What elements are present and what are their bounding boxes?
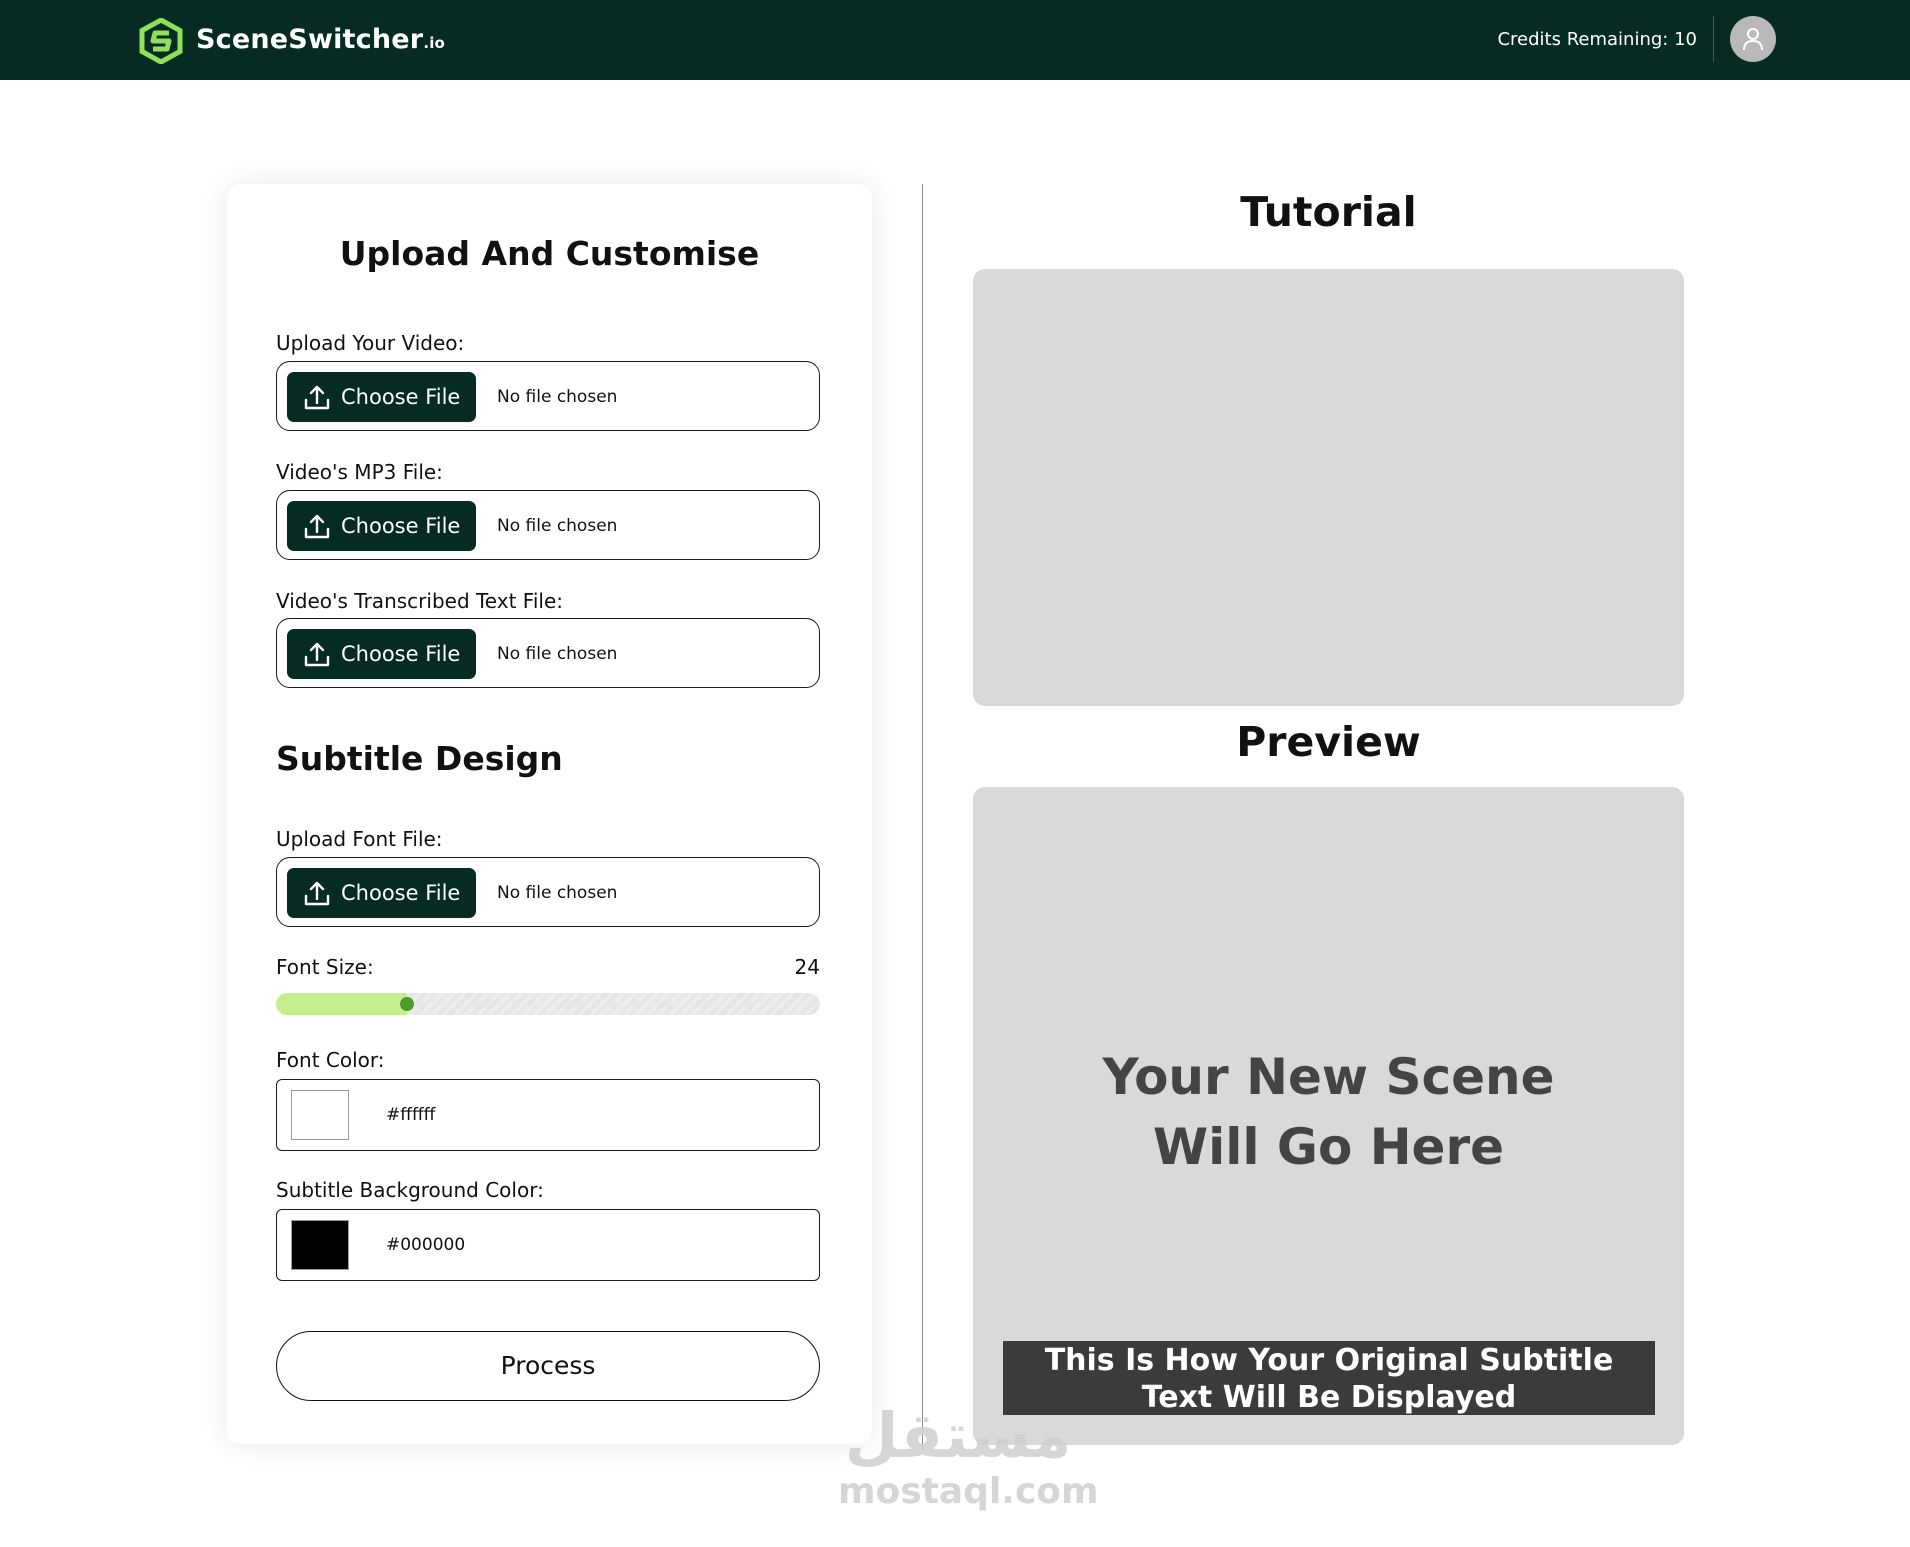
choose-file-label: Choose File xyxy=(341,514,461,538)
font-size-value: 24 xyxy=(794,955,820,979)
scene-placeholder: Your New Scene Will Go Here xyxy=(1102,1048,1555,1176)
transcript-file-input[interactable]: Choose File No file chosen xyxy=(276,618,820,688)
column-divider xyxy=(922,184,923,1450)
font-color-hex: #ffffff xyxy=(386,1105,436,1125)
mp3-choose-file-button[interactable]: Choose File xyxy=(287,501,476,551)
transcript-upload-label: Video's Transcribed Text File: xyxy=(276,589,564,613)
mp3-upload-label: Video's MP3 File: xyxy=(276,460,443,484)
upload-icon xyxy=(304,881,330,906)
top-navbar: SceneSwitcher.io Credits Remaining: 10 xyxy=(0,0,1910,80)
subtitle-design-title: Subtitle Design xyxy=(276,739,563,778)
transcript-choose-file-button[interactable]: Choose File xyxy=(287,629,476,679)
bg-color-label: Subtitle Background Color: xyxy=(276,1178,544,1202)
slider-handle[interactable] xyxy=(399,997,414,1011)
watermark-arabic: مستقل xyxy=(844,1399,1072,1472)
video-choose-file-button[interactable]: Choose File xyxy=(287,372,476,422)
choose-file-label: Choose File xyxy=(341,385,461,409)
slider-fill xyxy=(276,993,407,1015)
font-size-slider[interactable] xyxy=(276,993,820,1015)
choose-file-label: Choose File xyxy=(341,642,461,666)
avatar[interactable] xyxy=(1730,16,1776,62)
hexagon-s-logo-icon[interactable] xyxy=(138,18,184,64)
watermark-latin: mostaql.com xyxy=(838,1471,1099,1512)
upload-title: Upload And Customise xyxy=(339,234,760,273)
font-color-label: Font Color: xyxy=(276,1048,385,1072)
user-icon xyxy=(1743,28,1763,51)
font-size-row: Font Size: 24 xyxy=(276,955,820,979)
upload-icon xyxy=(304,642,330,667)
transcript-file-status: No file chosen xyxy=(497,644,618,664)
font-upload-label: Upload Font File: xyxy=(276,827,443,851)
choose-file-label: Choose File xyxy=(341,881,461,905)
font-choose-file-button[interactable]: Choose File xyxy=(287,868,476,918)
upload-icon xyxy=(304,385,330,410)
bg-color-swatch[interactable] xyxy=(291,1220,349,1270)
font-file-status: No file chosen xyxy=(497,883,618,903)
preview-panel: Your New Scene Will Go Here This Is How … xyxy=(973,787,1684,1445)
tutorial-title: Tutorial xyxy=(1240,188,1417,236)
font-color-swatch[interactable] xyxy=(291,1090,349,1140)
font-size-label: Font Size: xyxy=(276,955,374,979)
mp3-file-input[interactable]: Choose File No file chosen xyxy=(276,490,820,560)
process-button[interactable]: Process xyxy=(276,1331,820,1401)
video-file-input[interactable]: Choose File No file chosen xyxy=(276,361,820,431)
video-file-status: No file chosen xyxy=(497,387,618,407)
brand-name[interactable]: SceneSwitcher.io xyxy=(196,20,445,63)
subtitle-sample: This Is How Your Original Subtitle Text … xyxy=(1003,1341,1655,1415)
header-divider xyxy=(1713,16,1714,62)
tutorial-video[interactable] xyxy=(973,269,1684,706)
bg-color-hex: #000000 xyxy=(386,1235,466,1255)
upload-icon xyxy=(304,514,330,539)
upload-card: Upload And Customise Upload Your Video: … xyxy=(227,184,872,1444)
video-upload-label: Upload Your Video: xyxy=(276,331,465,355)
preview-title: Preview xyxy=(1236,718,1421,766)
bg-color-input[interactable]: #000000 xyxy=(276,1209,820,1281)
font-file-input[interactable]: Choose File No file chosen xyxy=(276,857,820,927)
font-color-input[interactable]: #ffffff xyxy=(276,1079,820,1151)
mp3-file-status: No file chosen xyxy=(497,516,618,536)
credits-remaining: Credits Remaining: 10 xyxy=(1497,29,1697,50)
